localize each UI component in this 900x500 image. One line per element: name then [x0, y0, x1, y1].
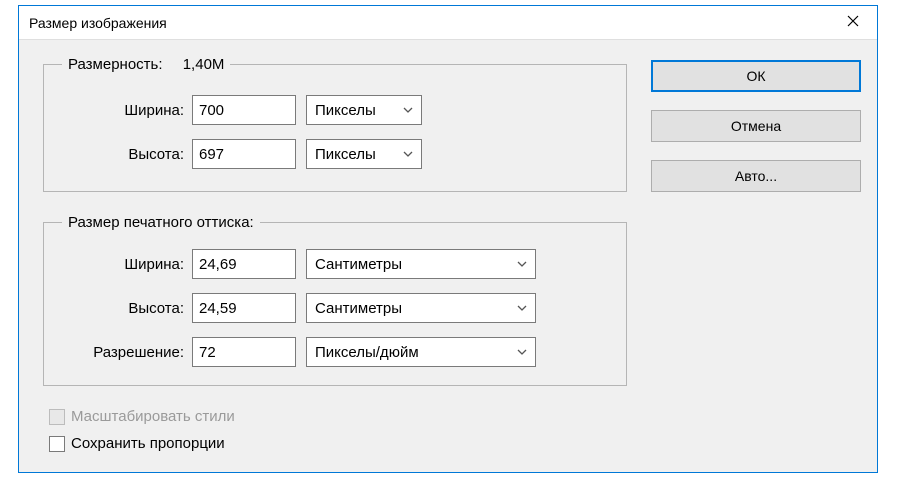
scale-styles-checkbox: [49, 409, 65, 425]
dialog-title: Размер изображения: [29, 15, 167, 31]
main-column: Размерность: 1,40M Ширина: Пикселы Высот…: [43, 56, 627, 462]
auto-button[interactable]: Авто...: [651, 160, 861, 192]
print-width-unit-select[interactable]: Сантиметры: [306, 249, 536, 279]
print-height-label: Высота:: [62, 300, 192, 317]
pixel-width-unit-value: Пикселы: [315, 102, 376, 119]
chevron-down-icon: [517, 305, 527, 311]
pixel-height-unit-select[interactable]: Пикселы: [306, 139, 422, 169]
resolution-row: Разрешение: Пикселы/дюйм: [62, 337, 608, 367]
constrain-proportions-checkbox[interactable]: [49, 436, 65, 452]
print-height-unit-value: Сантиметры: [315, 300, 402, 317]
pixel-width-label: Ширина:: [62, 102, 192, 119]
cancel-button[interactable]: Отмена: [651, 110, 861, 142]
print-width-unit-value: Сантиметры: [315, 256, 402, 273]
resolution-label: Разрешение:: [62, 344, 192, 361]
print-width-row: Ширина: Сантиметры: [62, 249, 608, 279]
chevron-down-icon: [517, 349, 527, 355]
pixel-dimensions-size: 1,40M: [183, 56, 225, 73]
ok-button[interactable]: ОК: [651, 60, 861, 92]
pixel-width-input[interactable]: [192, 95, 296, 125]
constrain-proportions-row: Сохранить пропорции: [49, 435, 627, 452]
pixel-dimensions-group: Размерность: 1,40M Ширина: Пикселы Высот…: [43, 56, 627, 192]
print-height-input[interactable]: [192, 293, 296, 323]
print-height-unit-select[interactable]: Сантиметры: [306, 293, 536, 323]
resolution-input[interactable]: [192, 337, 296, 367]
pixel-dimensions-legend: Размерность: 1,40M: [62, 56, 230, 73]
chevron-down-icon: [403, 151, 413, 157]
pixel-height-unit-value: Пикселы: [315, 146, 376, 163]
button-column: ОК Отмена Авто...: [651, 56, 861, 462]
resolution-unit-select[interactable]: Пикселы/дюйм: [306, 337, 536, 367]
titlebar: Размер изображения: [19, 6, 877, 40]
close-button[interactable]: [833, 9, 873, 37]
pixel-height-row: Высота: Пикселы: [62, 139, 608, 169]
chevron-down-icon: [517, 261, 527, 267]
chevron-down-icon: [403, 107, 413, 113]
print-width-input[interactable]: [192, 249, 296, 279]
print-width-label: Ширина:: [62, 256, 192, 273]
pixel-width-unit-select[interactable]: Пикселы: [306, 95, 422, 125]
scale-styles-row: Масштабировать стили: [49, 408, 627, 425]
resolution-unit-value: Пикселы/дюйм: [315, 344, 419, 361]
print-height-row: Высота: Сантиметры: [62, 293, 608, 323]
image-size-dialog: Размер изображения Размерность: 1,40M Ши…: [18, 5, 878, 473]
pixel-height-input[interactable]: [192, 139, 296, 169]
pixel-height-label: Высота:: [62, 146, 192, 163]
print-size-legend: Размер печатного оттиска:: [62, 214, 260, 231]
dialog-body: Размерность: 1,40M Ширина: Пикселы Высот…: [19, 40, 877, 472]
close-icon: [847, 14, 859, 32]
pixel-width-row: Ширина: Пикселы: [62, 95, 608, 125]
scale-styles-label: Масштабировать стили: [71, 408, 235, 425]
constrain-proportions-label: Сохранить пропорции: [71, 435, 225, 452]
print-size-group: Размер печатного оттиска: Ширина: Сантим…: [43, 214, 627, 386]
pixel-dimensions-legend-label: Размерность:: [68, 56, 163, 73]
